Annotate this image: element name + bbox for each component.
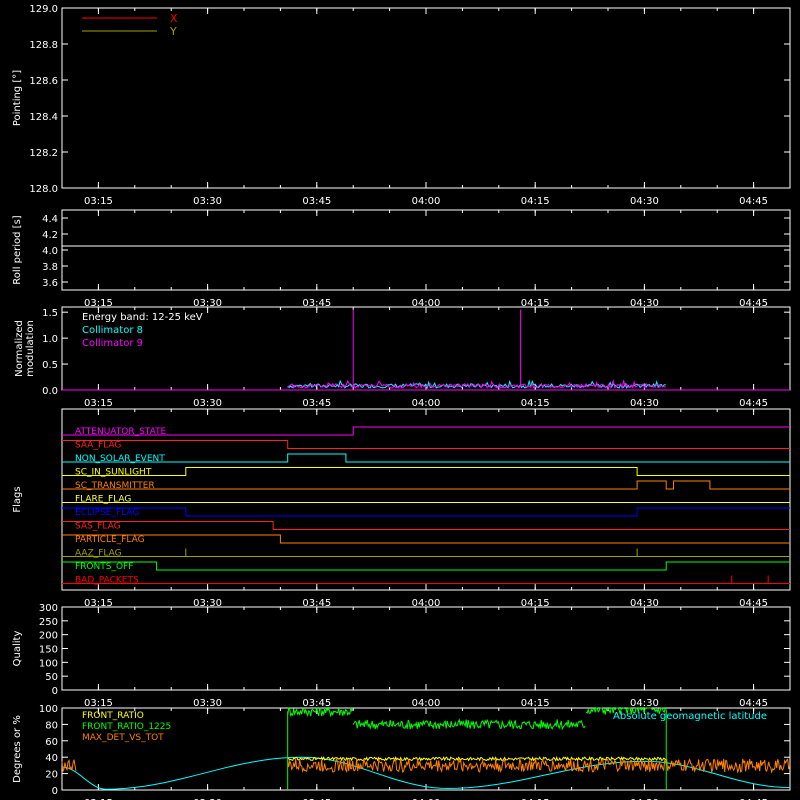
flag-label-fronts-off: FRONTS_OFF	[75, 562, 133, 572]
y-tick-label: 0.5	[42, 360, 58, 371]
legend-label-x: X	[170, 12, 178, 25]
flag-label-sc-transmitter: SC_TRANSMITTER	[75, 481, 155, 491]
x-tick-label: 03:15	[84, 196, 113, 207]
y-axis-label: Normalized	[14, 320, 25, 377]
flag-line-attenuator-state	[62, 426, 790, 436]
legend-label-geomagnetic-latitude: Absolute geomagnetic latitude	[613, 711, 767, 722]
quality-panel: 03:15 03:30 03:45 04:00 04:15 04:30 04:4505010…	[12, 603, 791, 709]
x-tick-label: 04:30	[630, 698, 659, 709]
legend-label-max-det-vs-tot: MAX_DET_VS_TOT	[82, 733, 164, 743]
ratio-series-2	[61, 758, 77, 772]
flag-line-particle-flag	[62, 534, 790, 544]
flag-line-fronts-off	[62, 561, 790, 571]
y-tick-label: 128.0	[29, 184, 58, 195]
y-axis-label: modulation	[25, 320, 36, 377]
x-tick-label: 04:00	[412, 398, 441, 409]
flag-label-flare-flag: FLARE_FLAG	[75, 495, 131, 505]
flag-label-sas-flag: SAS_FLAG	[75, 522, 121, 532]
flag-line-sc-in-sunlight	[62, 467, 790, 476]
legend-label-front-ratio: FRONT_RATIO	[82, 711, 144, 721]
y-tick-label: 0.0	[42, 386, 58, 397]
quality-frame	[61, 606, 791, 691]
y-tick-label: 128.4	[29, 112, 58, 123]
y-tick-label: 128.8	[29, 40, 58, 51]
x-tick-label: 03:30	[193, 698, 222, 709]
y-axis-label: Degrees or %	[12, 715, 23, 783]
x-tick-label: 03:30	[193, 398, 222, 409]
y-tick-label: 4.0	[42, 246, 58, 257]
x-tick-label: 04:15	[521, 196, 550, 207]
flag-line-sc-transmitter	[62, 480, 790, 490]
y-tick-label: 40	[45, 753, 58, 764]
y-tick-label: 80	[45, 720, 58, 731]
y-tick-label: 20	[45, 770, 58, 781]
y-tick-label: 4.4	[42, 214, 58, 225]
x-tick-label: 03:30	[193, 196, 222, 207]
x-tick-label: 04:45	[739, 398, 768, 409]
y-axis-label: Roll period [s]	[12, 215, 23, 284]
x-tick-label: 04:30	[630, 398, 659, 409]
legend-label-collimator-8: Collimator 8	[82, 325, 143, 336]
y-tick-label: 150	[39, 645, 58, 656]
x-tick-label: 03:45	[302, 398, 331, 409]
ratio-series-1	[352, 718, 586, 731]
y-tick-label: 1.5	[42, 308, 58, 319]
ratio-series-1	[287, 706, 354, 718]
energy-band-annotation: Energy band: 12-25 keV	[82, 312, 203, 323]
y-tick-label: 60	[45, 737, 58, 748]
flags-frame	[61, 408, 791, 591]
x-tick-label: 04:15	[521, 698, 550, 709]
flag-label-aaz-flag: AAZ_FLAG	[75, 549, 122, 559]
y-tick-label: 0	[52, 786, 58, 797]
ratio-series-2	[287, 757, 791, 774]
flag-line-saa-flag	[62, 440, 790, 449]
flag-label-attenuator-state: ATTENUATOR_STATE	[75, 427, 167, 437]
y-tick-label: 129.0	[29, 4, 58, 15]
roll-panel: 03:15 03:30 03:45 04:00 04:15 04:30 04:453.63.…	[12, 209, 791, 309]
x-tick-label: 03:45	[302, 196, 331, 207]
roll-frame	[61, 209, 791, 291]
ratio-series-0	[287, 755, 667, 762]
pointing-panel: 03:15 03:30 03:45 04:00 04:15 04:30 04:45 128.0…	[12, 4, 791, 207]
flag-label-saa-flag: SAA_FLAG	[75, 441, 121, 451]
flag-line-sas-flag	[62, 521, 790, 530]
flag-line-non-solar-event	[62, 453, 790, 463]
y-tick-label: 100	[39, 704, 58, 715]
y-axis-label: Pointing [°]	[12, 70, 23, 126]
flag-label-non-solar-event: NON_SOLAR_EVENT	[75, 454, 165, 464]
orbit-summary-chart: 03:15 03:30 03:45 04:00 04:15 04:30 04:45 128.0…	[12, 4, 791, 800]
y-tick-label: 128.2	[29, 148, 58, 159]
y-axis-label: Flags	[12, 486, 23, 512]
flag-label-bad-packets: BAD_PACKETS	[75, 576, 139, 586]
x-tick-label: 04:30	[630, 196, 659, 207]
legend-label-collimator-9: Collimator 9	[82, 338, 143, 349]
x-tick-label: 04:45	[739, 698, 768, 709]
y-tick-label: 50	[45, 672, 58, 683]
y-tick-label: 0	[52, 686, 58, 697]
y-tick-label: 3.8	[42, 262, 58, 273]
flag-label-eclipse-flag: ECLIPSE_FLAG	[75, 508, 139, 518]
y-tick-label: 4.2	[42, 230, 58, 241]
y-tick-label: 3.6	[42, 278, 58, 289]
x-tick-label: 04:15	[521, 398, 550, 409]
y-tick-label: 250	[39, 617, 58, 628]
y-tick-label: 300	[39, 603, 58, 614]
y-tick-label: 200	[39, 631, 58, 642]
y-tick-label: 128.6	[29, 76, 58, 87]
x-tick-label: 04:45	[739, 196, 768, 207]
y-axis-label: Quality	[12, 631, 23, 667]
x-tick-label: 04:00	[412, 698, 441, 709]
x-tick-label: 04:00	[412, 196, 441, 207]
x-tick-label: 03:15	[84, 398, 113, 409]
flag-label-sc-in-sunlight: SC_IN_SUNLIGHT	[75, 468, 152, 478]
legend-label-front-ratio-1225: FRONT_RATIO_1225	[82, 722, 171, 732]
y-tick-label: 1.0	[42, 334, 58, 345]
flag-label-particle-flag: PARTICLE_FLAG	[75, 535, 145, 545]
y-tick-label: 100	[39, 658, 58, 669]
legend-label-y: Y	[169, 25, 177, 38]
flag-line-aaz-flag	[62, 548, 790, 557]
x-tick-label: 03:15	[84, 698, 113, 709]
flag-line-eclipse-flag	[62, 507, 790, 517]
